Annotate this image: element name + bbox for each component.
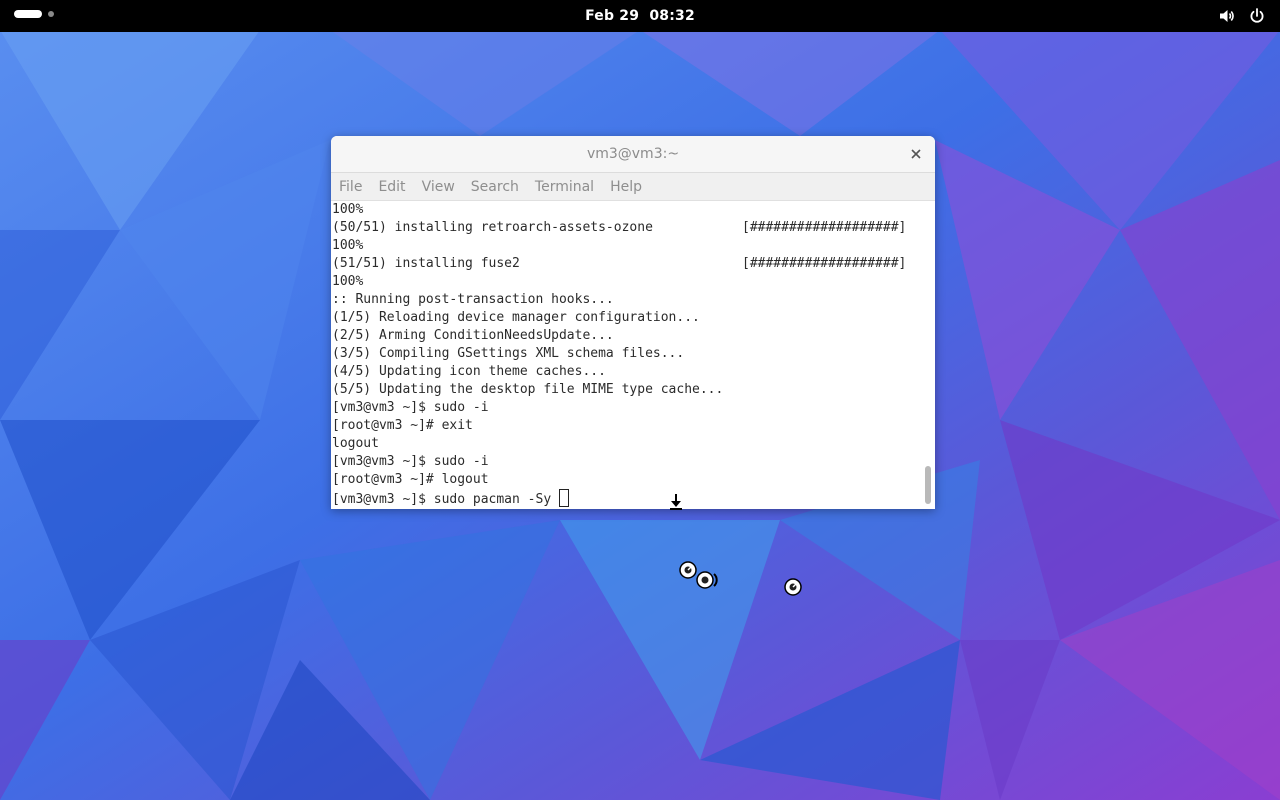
close-icon	[911, 149, 921, 159]
mouse-pointer-icon	[670, 494, 682, 510]
terminal-line: [vm3@vm3 ~]$ sudo -i	[332, 454, 489, 469]
terminal-line: logout	[332, 436, 379, 451]
terminal-line: [root@vm3 ~]# logout	[332, 472, 489, 487]
terminal-line: (1/5) Reloading device manager configura…	[332, 310, 700, 325]
terminal-window[interactable]: vm3@vm3:~ File Edit View Search Terminal…	[331, 136, 935, 509]
busy-cursor-icon	[784, 578, 802, 596]
scrollbar-thumb[interactable]	[925, 466, 931, 504]
power-icon[interactable]	[1248, 7, 1266, 25]
terminal-line: (5/5) Updating the desktop file MIME typ…	[332, 382, 724, 397]
terminal-line: 100%	[332, 274, 364, 289]
menu-help[interactable]: Help	[610, 179, 649, 195]
menu-search[interactable]: Search	[471, 179, 526, 195]
menu-edit[interactable]: Edit	[378, 179, 412, 195]
clock[interactable]: Feb 29 08:32	[0, 0, 1280, 32]
busy-cursor-icon	[679, 561, 718, 589]
terminal-line: (2/5) Arming ConditionNeedsUpdate...	[332, 328, 614, 343]
volume-icon[interactable]	[1218, 7, 1236, 25]
scrollbar[interactable]	[921, 201, 935, 509]
terminal-line: 100%	[332, 238, 364, 253]
terminal-line: (3/5) Compiling GSettings XML schema fil…	[332, 346, 685, 361]
terminal-line: 100%	[332, 202, 364, 217]
terminal-line: [root@vm3 ~]# exit	[332, 418, 473, 433]
top-bar: Feb 29 08:32	[0, 0, 1280, 32]
menu-terminal[interactable]: Terminal	[535, 179, 601, 195]
window-titlebar[interactable]: vm3@vm3:~	[331, 136, 935, 173]
close-button[interactable]	[907, 145, 925, 163]
system-tray[interactable]	[1218, 7, 1266, 25]
terminal-line: [vm3@vm3 ~]$ sudo -i	[332, 400, 489, 415]
terminal-output[interactable]: 100% (50/51) installing retroarch-assets…	[331, 201, 921, 509]
terminal-prompt-line[interactable]: [vm3@vm3 ~]$ sudo pacman -Sy	[332, 489, 921, 507]
menu-bar: File Edit View Search Terminal Help	[331, 173, 935, 201]
window-title: vm3@vm3:~	[586, 146, 680, 162]
clock-time: 08:32	[649, 8, 695, 24]
terminal-line: (51/51) installing fuse2 [###############…	[332, 256, 907, 271]
terminal-prompt: [vm3@vm3 ~]$ sudo pacman -Sy	[332, 492, 559, 507]
terminal-line: :: Running post-transaction hooks...	[332, 292, 614, 307]
menu-file[interactable]: File	[339, 179, 369, 195]
text-cursor	[558, 489, 569, 507]
terminal-line: (50/51) installing retroarch-assets-ozon…	[332, 220, 907, 235]
clock-date: Feb 29	[585, 8, 640, 24]
terminal-line: (4/5) Updating icon theme caches...	[332, 364, 606, 379]
menu-view[interactable]: View	[422, 179, 462, 195]
